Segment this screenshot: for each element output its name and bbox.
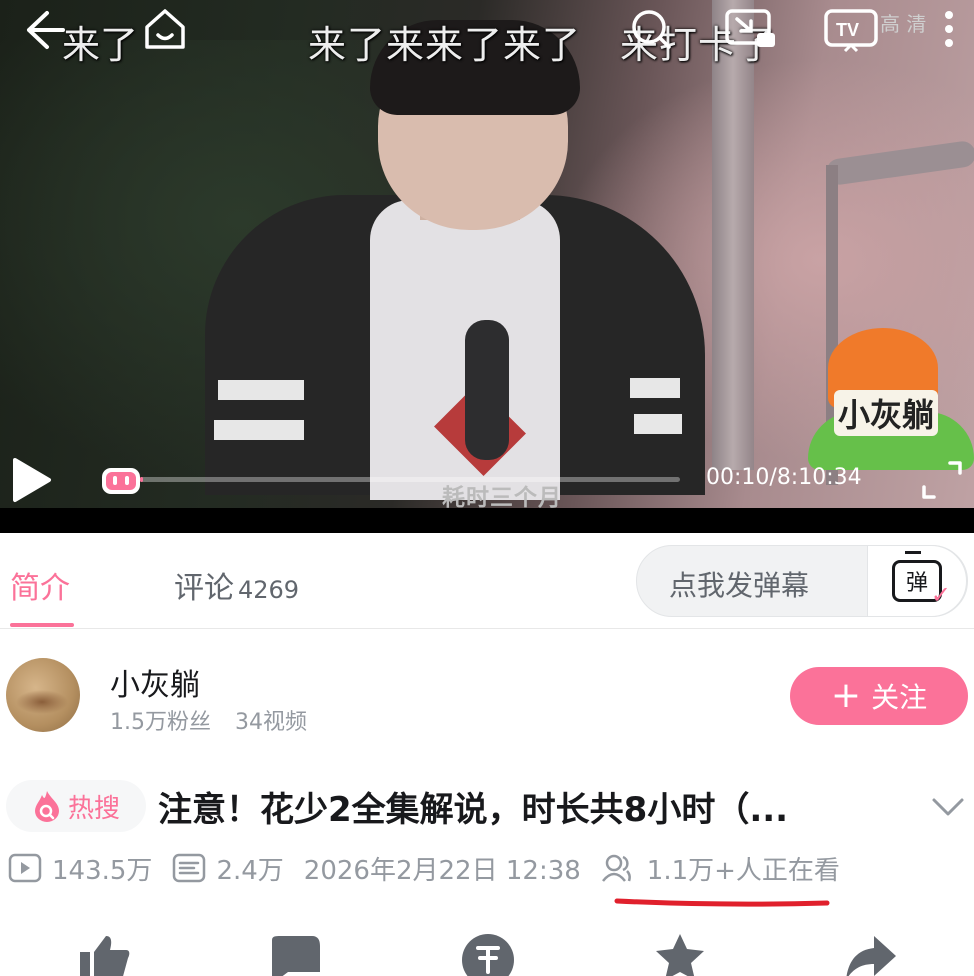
time-display: 00:10/8:10:34	[706, 465, 862, 490]
favorite-icon[interactable]	[652, 932, 708, 976]
danmaku-toggle-icon[interactable]	[100, 464, 142, 496]
plus-icon: +	[830, 675, 862, 716]
uploader-stats: 1.5万粉丝 34视频	[110, 704, 307, 736]
danmaku-count-icon	[173, 853, 206, 883]
home-icon[interactable]	[140, 4, 190, 54]
video-frame-stripe	[218, 380, 304, 400]
watching-count-value: 1.1万+人正在看	[646, 855, 840, 886]
hot-search-label: 热搜	[67, 793, 120, 824]
hot-search-badge[interactable]: 热搜	[6, 780, 146, 832]
svg-text:TV: TV	[836, 20, 859, 40]
danmaku-send-icon-text: 弹	[905, 571, 928, 596]
danmaku-input-placeholder: 点我发弹幕	[669, 569, 810, 602]
play-icon[interactable]	[6, 454, 56, 506]
danmaku-count-value: 2.4万	[216, 855, 284, 886]
action-bar	[0, 930, 974, 976]
tab-comments-label: 评论	[174, 571, 234, 606]
chevron-down-icon[interactable]	[928, 788, 968, 824]
watching-count: 1.1万+人正在看	[601, 850, 840, 887]
watching-icon	[601, 854, 631, 882]
back-icon[interactable]	[18, 6, 66, 54]
tab-comments-count: 4269	[238, 576, 300, 604]
quality-label: 高 清	[880, 12, 927, 36]
follow-button-label: 关注	[871, 681, 928, 714]
video-subtitle: 耗时三个月	[442, 485, 562, 511]
like-icon[interactable]	[76, 932, 132, 976]
tab-intro[interactable]: 简介	[10, 563, 70, 607]
search-icon[interactable]	[628, 6, 674, 52]
publish-date-value: 2026年2月22日 12:38	[303, 855, 581, 886]
tab-bar: 简介 评论 4269 点我发弹幕 弹 ✓	[0, 533, 974, 629]
video-frame-stripe	[630, 378, 680, 398]
view-count: 143.5万	[8, 850, 152, 887]
danmaku-input[interactable]: 点我发弹幕 弹 ✓	[636, 545, 968, 617]
tab-intro-underline	[10, 623, 74, 627]
tv-icon[interactable]: TV	[822, 4, 880, 54]
share-icon[interactable]	[842, 932, 898, 976]
danmaku-text-top: 来了来来了来了 来打卡了	[308, 23, 777, 67]
danmaku-send-button[interactable]: 弹 ✓	[867, 545, 967, 617]
uploader-video-count: 34视频	[235, 710, 307, 735]
danmaku-send-icon: 弹 ✓	[892, 551, 951, 609]
video-player[interactable]: 来了 来了来来了来了 来打卡了 高 清 小灰躺 耗时三个月 TV 00:10/8…	[0, 0, 974, 533]
video-frame-stripe	[634, 414, 682, 434]
tab-comments[interactable]: 评论 4269	[174, 563, 299, 607]
progress-bar[interactable]	[140, 477, 680, 482]
video-title[interactable]: 注意！花少2全集解说，时长共8小时（...	[158, 782, 788, 831]
hot-search-icon	[34, 791, 59, 822]
uploader-fans: 1.5万粉丝	[110, 710, 211, 735]
channel-watermark-logo: 小灰躺	[808, 320, 974, 470]
fullscreen-icon[interactable]	[918, 458, 966, 502]
dislike-icon[interactable]	[268, 932, 324, 976]
video-frame-lamp	[824, 139, 974, 187]
publish-date: 2026年2月22日 12:38	[304, 850, 581, 887]
annotation-underline	[614, 898, 830, 907]
check-icon: ✓	[930, 581, 951, 609]
view-icon	[8, 853, 42, 883]
follow-button[interactable]: + 关注	[790, 667, 968, 725]
video-frame-sunglasses	[465, 320, 509, 460]
view-count-value: 143.5万	[52, 855, 153, 886]
uploader-name[interactable]: 小灰躺	[110, 660, 200, 704]
mini-player-icon[interactable]	[722, 6, 778, 52]
coin-icon[interactable]	[460, 932, 516, 976]
avatar[interactable]	[6, 658, 80, 732]
more-icon[interactable]	[934, 4, 964, 54]
video-frame-pole	[712, 0, 754, 470]
danmaku-count: 2.4万	[172, 850, 284, 887]
video-meta: 143.5万 2.4万 2026年2月22日 12:38 1.1万+人正在看	[8, 848, 860, 888]
danmaku-text-left: 来了	[62, 23, 139, 67]
watermark-text: 小灰躺	[834, 390, 939, 436]
video-frame-stripe	[214, 420, 304, 440]
